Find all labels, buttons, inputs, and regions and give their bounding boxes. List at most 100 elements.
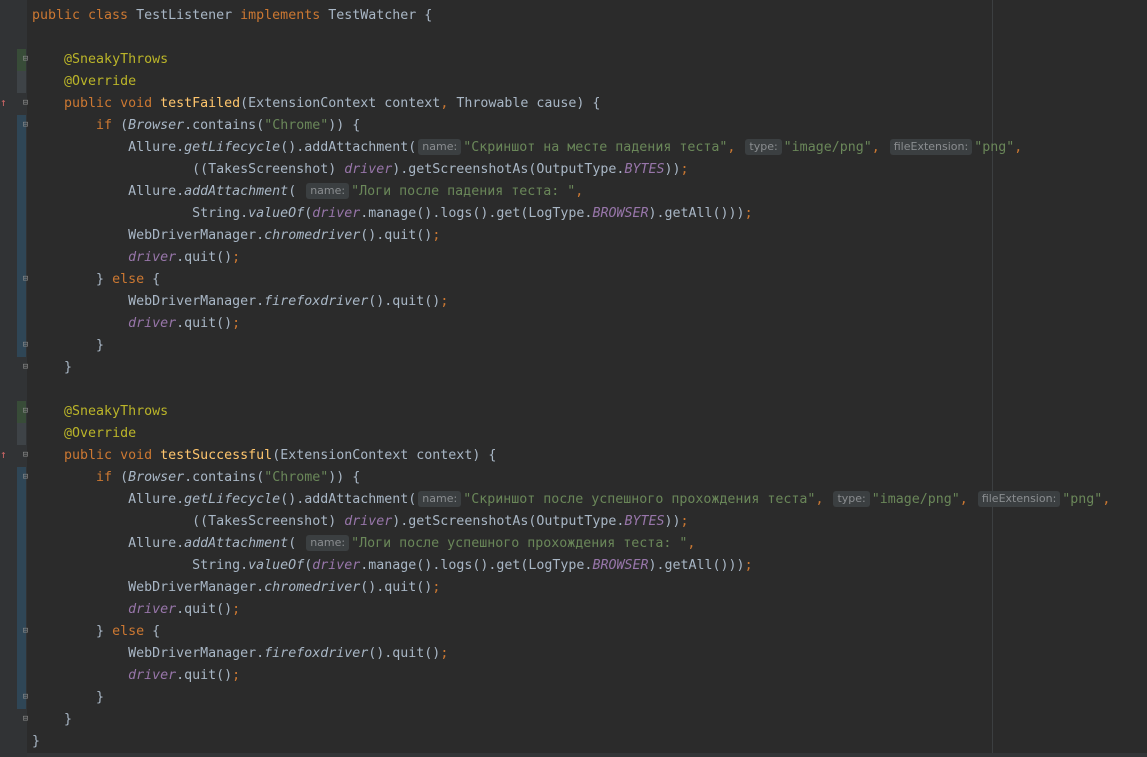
static-method-token[interactable]: addAttachment xyxy=(184,184,288,199)
code-text[interactable]: String. xyxy=(32,206,248,221)
code-text[interactable]: ).getScreenshotAs(OutputType. xyxy=(392,162,624,177)
code-text[interactable]: Allure. xyxy=(32,184,184,199)
method-name-token[interactable]: testSuccessful xyxy=(160,448,272,463)
field-reference[interactable]: driver xyxy=(128,316,176,331)
field-reference[interactable]: driver xyxy=(128,250,176,265)
code-text[interactable]: Allure. xyxy=(32,536,184,551)
keyword-token[interactable]: , xyxy=(960,492,976,507)
code-text[interactable]: WebDriverManager. xyxy=(32,646,264,661)
keyword-token[interactable]: ; xyxy=(680,162,688,177)
code-line[interactable]: WebDriverManager.chromedriver().quit(); xyxy=(32,225,1110,247)
keyword-token[interactable]: if xyxy=(96,118,120,133)
code-text[interactable]: )) { xyxy=(328,470,360,485)
static-method-token[interactable]: addAttachment xyxy=(184,536,288,551)
code-line[interactable]: Allure.getLifecycle().addAttachment(name… xyxy=(32,489,1110,511)
keyword-token[interactable]: ; xyxy=(232,668,240,683)
code-line[interactable]: } xyxy=(32,687,1110,709)
code-text[interactable]: ((TakesScreenshot) xyxy=(32,162,344,177)
code-line[interactable]: Allure.addAttachment( name: "Логи после п… xyxy=(32,181,1110,203)
code-text[interactable]: ( xyxy=(120,470,128,485)
code-line[interactable]: WebDriverManager.firefoxdriver().quit(); xyxy=(32,291,1110,313)
code-text[interactable]: ().quit() xyxy=(360,228,432,243)
code-line[interactable]: if (Browser.contains("Chrome")) { xyxy=(32,115,1110,137)
static-method-token[interactable]: valueOf xyxy=(248,206,304,221)
static-method-token[interactable]: firefoxdriver xyxy=(264,646,368,661)
annotation-token[interactable]: @SneakyThrows xyxy=(64,52,168,67)
code-text[interactable]: } xyxy=(32,712,72,727)
field-reference[interactable]: driver xyxy=(312,558,360,573)
code-text[interactable] xyxy=(32,448,64,463)
static-method-token[interactable]: Browser xyxy=(128,470,184,485)
code-text[interactable] xyxy=(32,602,128,617)
code-line[interactable]: @SneakyThrows xyxy=(32,401,1110,423)
fold-toggle-icon[interactable]: ⊟ xyxy=(21,715,30,724)
annotation-token[interactable]: @SneakyThrows xyxy=(64,404,168,419)
method-name-token[interactable]: testFailed xyxy=(160,96,240,111)
code-text[interactable]: .quit() xyxy=(176,250,232,265)
code-text[interactable] xyxy=(32,316,128,331)
keyword-token[interactable]: else xyxy=(112,272,152,287)
code-line[interactable]: } else { xyxy=(32,269,1110,291)
keyword-token[interactable]: ; xyxy=(680,514,688,529)
static-method-token[interactable]: getLifecycle xyxy=(184,492,280,507)
code-text[interactable]: .quit() xyxy=(176,316,232,331)
code-text[interactable]: .manage().logs().get(LogType. xyxy=(360,558,592,573)
keyword-token[interactable]: , xyxy=(687,536,695,551)
code-text[interactable]: } xyxy=(32,272,112,287)
code-line[interactable]: } xyxy=(32,731,1110,753)
code-text[interactable]: ().quit() xyxy=(368,294,440,309)
code-text[interactable]: Allure. xyxy=(32,140,184,155)
code-text[interactable]: } xyxy=(32,690,104,705)
code-line[interactable]: @Override xyxy=(32,423,1110,445)
code-text[interactable]: WebDriverManager. xyxy=(32,580,264,595)
code-text[interactable]: ).getAll())) xyxy=(648,558,744,573)
code-editor[interactable]: public class TestListener implements Tes… xyxy=(32,5,1110,753)
fold-toggle-icon[interactable]: ⊟ xyxy=(21,451,30,460)
code-line[interactable]: @SneakyThrows xyxy=(32,49,1110,71)
code-line[interactable]: } else { xyxy=(32,621,1110,643)
code-line[interactable]: } xyxy=(32,357,1110,379)
code-text[interactable]: (ExtensionContext context) { xyxy=(272,448,496,463)
override-method-icon[interactable]: ↑ xyxy=(0,97,7,109)
keyword-token[interactable]: public void xyxy=(64,96,160,111)
code-text[interactable]: ).getAll())) xyxy=(648,206,744,221)
keyword-token[interactable]: ; xyxy=(232,316,240,331)
code-text[interactable] xyxy=(32,250,128,265)
code-line[interactable]: WebDriverManager.chromedriver().quit(); xyxy=(32,577,1110,599)
keyword-token[interactable]: , xyxy=(727,140,743,155)
code-text[interactable]: .contains( xyxy=(184,118,264,133)
enum-constant-token[interactable]: BYTES xyxy=(624,514,664,529)
keyword-token[interactable]: ; xyxy=(745,206,753,221)
string-literal[interactable]: "image/png" xyxy=(872,492,960,507)
code-line[interactable]: driver.quit(); xyxy=(32,313,1110,335)
code-text[interactable]: ( xyxy=(120,118,128,133)
code-text[interactable]: ().addAttachment( xyxy=(280,492,416,507)
code-text[interactable]: .contains( xyxy=(184,470,264,485)
enum-constant-token[interactable]: BROWSER xyxy=(592,558,648,573)
string-literal[interactable]: "Логи после успешного прохождения теста:… xyxy=(351,536,687,551)
fold-toggle-icon[interactable]: ⊟ xyxy=(21,407,30,416)
code-line[interactable]: Allure.addAttachment( name: "Логи после у… xyxy=(32,533,1110,555)
fold-toggle-icon[interactable]: ⊟ xyxy=(21,275,30,284)
code-text[interactable] xyxy=(32,470,96,485)
string-literal[interactable]: "Логи после падения теста: " xyxy=(351,184,575,199)
code-line[interactable]: @Override xyxy=(32,71,1110,93)
field-reference[interactable]: driver xyxy=(344,162,392,177)
horizontal-scrollbar[interactable] xyxy=(27,753,1147,757)
code-text[interactable]: )) { xyxy=(328,118,360,133)
code-text[interactable]: )) xyxy=(664,514,680,529)
keyword-token[interactable]: public class xyxy=(32,8,136,23)
code-text[interactable]: ( xyxy=(288,184,304,199)
code-text[interactable]: Allure. xyxy=(32,492,184,507)
code-text[interactable] xyxy=(32,118,96,133)
code-text[interactable]: ( xyxy=(288,536,304,551)
field-reference[interactable]: driver xyxy=(128,602,176,617)
override-method-icon[interactable]: ↑ xyxy=(0,449,7,461)
code-text[interactable]: } xyxy=(32,338,104,353)
code-line[interactable]: driver.quit(); xyxy=(32,599,1110,621)
code-text[interactable]: WebDriverManager. xyxy=(32,294,264,309)
string-literal[interactable]: "png" xyxy=(974,140,1014,155)
code-line[interactable]: driver.quit(); xyxy=(32,247,1110,269)
code-text[interactable]: ((TakesScreenshot) xyxy=(32,514,344,529)
code-line[interactable]: String.valueOf(driver.manage().logs().ge… xyxy=(32,555,1110,577)
